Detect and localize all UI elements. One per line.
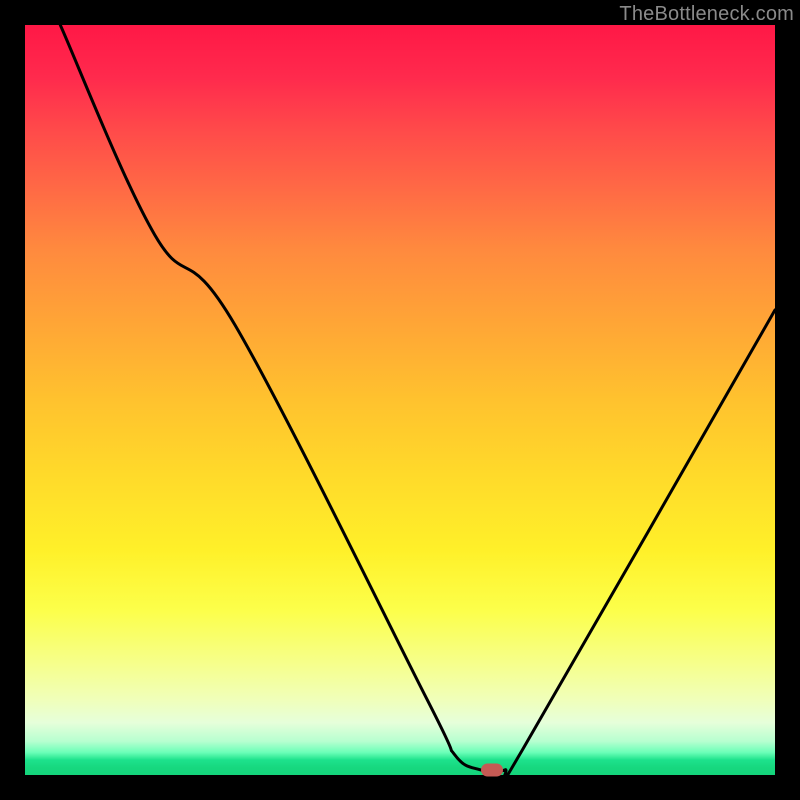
- chart-frame: TheBottleneck.com: [0, 0, 800, 800]
- bottleneck-marker: [481, 763, 503, 776]
- curve-svg: [25, 25, 775, 775]
- attribution-label: TheBottleneck.com: [619, 3, 794, 26]
- bottleneck-curve-path: [60, 25, 775, 775]
- plot-gradient-area: [25, 25, 775, 775]
